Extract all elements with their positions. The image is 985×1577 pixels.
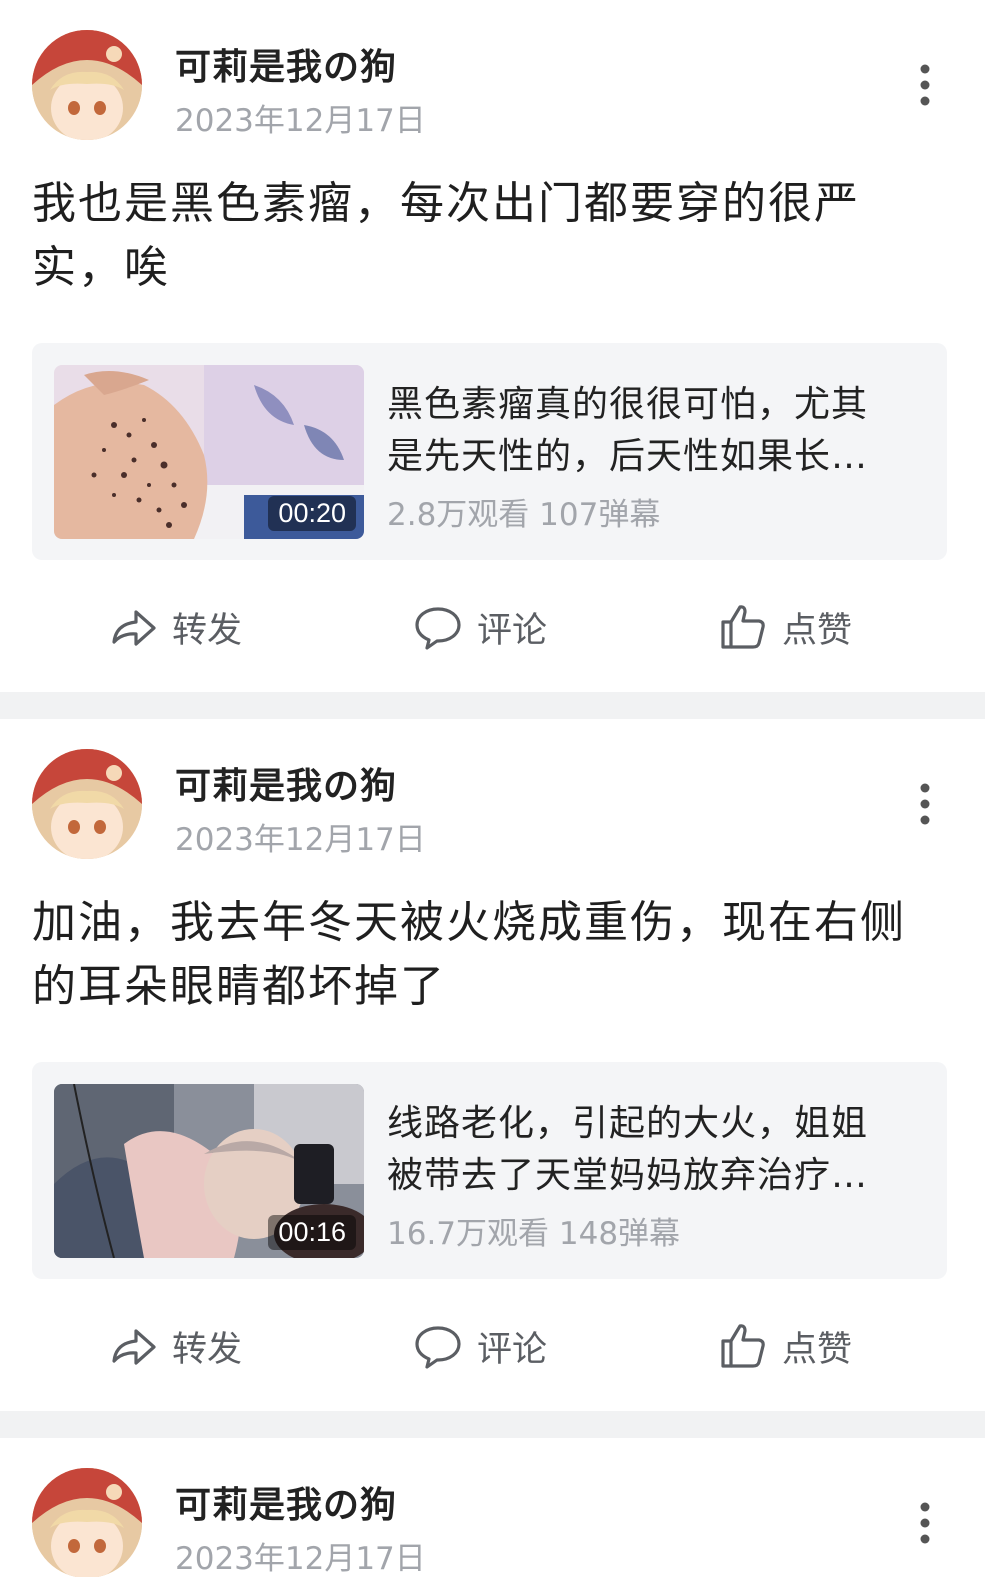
more-vertical-icon[interactable] (910, 63, 940, 107)
video-stats: 16.7万观看 148弹幕 (387, 1216, 681, 1252)
video-duration: 00:16 (268, 1215, 356, 1250)
share-label: 转发 (172, 610, 243, 651)
like-button[interactable]: 点赞 (718, 1321, 852, 1371)
comment-label: 评论 (477, 1329, 548, 1370)
post-date: 2023年12月17日 (175, 1541, 426, 1577)
post-card: 可莉是我の狗 2023年12月17日 加油，我去年冬天被火烧成重伤，现在右侧的耳… (0, 719, 985, 1411)
feed: 可莉是我の狗 2023年12月17日 我也是黑色素瘤，每次出门都要穿的很严实，唉 (0, 0, 985, 1577)
more-vertical-icon[interactable] (910, 1501, 940, 1545)
post-date: 2023年12月17日 (175, 822, 426, 858)
share-icon (112, 610, 156, 646)
comment-icon (415, 607, 461, 650)
action-bar: 转发 评论 点赞 (0, 590, 985, 670)
video-title[interactable]: 线路老化，引起的大火，姐姐被带去了天堂妈妈放弃治疗… (387, 1098, 897, 1202)
share-button[interactable]: 转发 (108, 1321, 242, 1371)
username[interactable]: 可莉是我の狗 (175, 757, 397, 809)
post-text: 加油，我去年冬天被火烧成重伤，现在右侧的耳朵眼睛都坏掉了 (32, 897, 906, 1012)
avatar[interactable] (32, 1468, 142, 1577)
video-duration: 00:20 (268, 496, 356, 531)
share-button[interactable]: 转发 (108, 602, 242, 652)
post-card: 可莉是我の狗 2023年12月17日 (0, 1438, 985, 1577)
video-title[interactable]: 黑色素瘤真的很很可怕，尤其是先天性的，后天性如果长… (387, 379, 897, 483)
post-card: 可莉是我の狗 2023年12月17日 我也是黑色素瘤，每次出门都要穿的很严实，唉 (0, 0, 985, 692)
like-label: 点赞 (782, 610, 853, 651)
post-divider (0, 1411, 985, 1438)
video-card[interactable]: 00:20 黑色素瘤真的很很可怕，尤其是先天性的，后天性如果长… 2.8万观看 … (32, 343, 947, 560)
post-text: 我也是黑色素瘤，每次出门都要穿的很严实，唉 (32, 178, 860, 293)
like-label: 点赞 (782, 1329, 853, 1370)
avatar[interactable] (32, 30, 142, 140)
video-thumbnail[interactable]: 00:16 (54, 1084, 364, 1258)
username[interactable]: 可莉是我の狗 (175, 38, 397, 90)
share-label: 转发 (172, 1329, 243, 1370)
action-bar: 转发 评论 点赞 (0, 1309, 985, 1389)
comment-icon (415, 1326, 461, 1369)
like-button[interactable]: 点赞 (718, 602, 852, 652)
username[interactable]: 可莉是我の狗 (175, 1476, 397, 1528)
like-icon (721, 1324, 765, 1368)
avatar[interactable] (32, 749, 142, 859)
post-divider (0, 692, 985, 719)
share-icon (112, 1329, 156, 1365)
post-date: 2023年12月17日 (175, 103, 426, 139)
comment-button[interactable]: 评论 (413, 602, 547, 652)
comment-button[interactable]: 评论 (413, 1321, 547, 1371)
video-stats: 2.8万观看 107弹幕 (387, 497, 661, 533)
video-card[interactable]: 00:16 线路老化，引起的大火，姐姐被带去了天堂妈妈放弃治疗… 16.7万观看… (32, 1062, 947, 1279)
more-vertical-icon[interactable] (910, 782, 940, 826)
like-icon (721, 605, 765, 649)
video-thumbnail[interactable]: 00:20 (54, 365, 364, 539)
comment-label: 评论 (477, 610, 548, 651)
